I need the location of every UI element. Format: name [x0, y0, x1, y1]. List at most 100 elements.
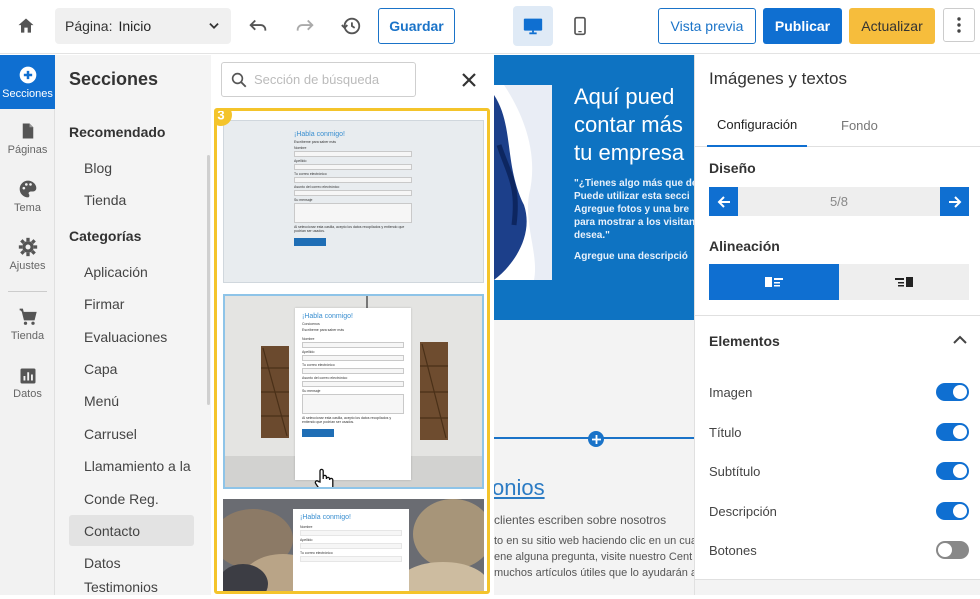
save-button[interactable]: Guardar — [378, 8, 455, 44]
page-selector[interactable]: Página: Inicio — [55, 8, 231, 44]
rail-item-ajustes[interactable]: Ajustes — [0, 237, 55, 272]
settings-tabs: Configuración Fondo — [695, 103, 980, 147]
thumb-field-label: Su mensaje — [294, 198, 313, 202]
section-item-aplicacion[interactable]: Aplicación — [69, 256, 194, 287]
publish-button[interactable]: Publicar — [763, 8, 842, 44]
section-item-firmar[interactable]: Firmar — [69, 288, 194, 319]
rail-item-secciones[interactable]: Secciones — [0, 55, 55, 109]
align-image-right-button[interactable] — [839, 264, 969, 300]
testimonials-title[interactable]: onios — [494, 475, 545, 501]
section-item-tienda[interactable]: Tienda — [69, 184, 194, 215]
section-item-datos[interactable]: Datos — [69, 547, 194, 578]
rail-item-datos[interactable]: Datos — [0, 367, 55, 400]
rail-item-tema[interactable]: Tema — [0, 179, 55, 214]
hero-heading[interactable]: Aquí pued contar más tu empresa — [574, 83, 684, 167]
rail-item-paginas[interactable]: Páginas — [0, 121, 55, 156]
tab-fondo[interactable]: Fondo — [841, 103, 878, 147]
thumb-form-desc: Escríbeme para saber más — [294, 140, 337, 144]
hero-heading-line: tu empresa — [574, 140, 685, 165]
testimonials-body-line: ene alguna pregunta, visite nuestro Cent — [494, 551, 693, 563]
element-row-titulo: Título — [709, 423, 969, 441]
hero-heading-line: contar más — [574, 112, 683, 137]
chevron-down-icon — [209, 23, 219, 29]
thumb-form: ¡Habla conmigo! Escríbeme para saber más… — [294, 131, 412, 246]
close-button[interactable] — [455, 66, 483, 94]
plus-circle-icon — [19, 66, 36, 84]
section-search[interactable] — [221, 62, 416, 97]
section-item-llamamiento[interactable]: Llamamiento a la ... — [69, 450, 194, 481]
undo-button[interactable] — [240, 8, 276, 44]
sections-scrollbar[interactable] — [207, 155, 210, 405]
cart-icon — [19, 308, 37, 325]
section-item-carrusel[interactable]: Carrusel — [69, 418, 194, 449]
update-button[interactable]: Actualizar — [849, 8, 935, 44]
thumb-field-label: Apellido — [300, 538, 313, 542]
design-prev-button[interactable] — [709, 187, 738, 216]
design-next-button[interactable] — [940, 187, 969, 216]
section-thumb-contact-1[interactable]: ¡Habla conmigo! Escríbeme para saber más… — [223, 120, 484, 283]
section-item-capa[interactable]: Capa — [69, 353, 194, 384]
rail-label: Tema — [14, 202, 41, 214]
hero-text-2[interactable]: Agregue una descripció — [574, 251, 688, 262]
desktop-view-button[interactable] — [513, 6, 553, 46]
section-item-evaluaciones[interactable]: Evaluaciones — [69, 321, 194, 352]
section-item-testimonios[interactable]: Testimonios — [69, 579, 194, 599]
plus-icon — [591, 434, 601, 444]
thumb-field — [294, 177, 412, 183]
chart-icon — [20, 368, 35, 384]
element-label: Subtítulo — [709, 463, 761, 479]
elements-header[interactable]: Elementos — [695, 315, 980, 365]
testimonials-subtitle[interactable]: clientes escriben sobre nosotros — [494, 513, 666, 527]
thumb-form-desc: Escríbeme para saber más — [302, 328, 345, 332]
thumb-field — [302, 381, 404, 387]
align-image-left-button[interactable] — [709, 264, 839, 300]
history-button[interactable] — [333, 8, 369, 44]
hero-section[interactable]: Aquí pued contar más tu empresa "¿Tienes… — [494, 55, 694, 320]
section-item-menu[interactable]: Menú — [69, 385, 194, 416]
subtitulo-toggle[interactable] — [936, 462, 969, 480]
section-item-blog[interactable]: Blog — [69, 152, 194, 183]
search-input[interactable] — [254, 72, 404, 87]
imagen-toggle[interactable] — [936, 383, 969, 401]
section-item-conde-reg[interactable]: Conde Reg. — [69, 483, 194, 514]
rail-divider — [8, 291, 47, 292]
design-stepper: 5/8 — [709, 187, 969, 216]
thumb-field — [294, 190, 412, 196]
elements-label: Elementos — [709, 333, 780, 349]
element-row-subtitulo: Subtítulo — [709, 462, 969, 480]
rail-item-tienda[interactable]: Tienda — [0, 307, 55, 342]
hero-image — [494, 85, 552, 280]
home-icon — [18, 18, 34, 33]
testimonials-body[interactable]: to en su sitio web haciendo clic en un c… — [494, 533, 694, 581]
top-toolbar: Página: Inicio Guardar Vista previa Publ… — [0, 0, 980, 54]
hero-text[interactable]: "¿Tienes algo más que de Puede utilizar … — [574, 177, 694, 242]
redo-button[interactable] — [287, 8, 323, 44]
thumb-field — [294, 151, 412, 157]
align-image-right-icon — [895, 277, 913, 287]
add-section-button[interactable] — [588, 431, 604, 447]
close-icon — [462, 73, 476, 87]
alignment-label: Alineación — [709, 238, 780, 254]
history-icon — [341, 17, 361, 35]
preview-button[interactable]: Vista previa — [658, 8, 756, 44]
page-selector-value: Inicio — [118, 18, 152, 34]
chevron-up-icon — [953, 335, 967, 344]
more-options-button[interactable] — [943, 8, 975, 42]
home-button[interactable] — [8, 8, 44, 44]
tab-configuracion[interactable]: Configuración — [707, 103, 808, 147]
section-thumb-contact-3[interactable]: ¡Habla conmigo! Nombre Apellido Tu corre… — [223, 499, 484, 591]
design-value: 5/8 — [829, 194, 849, 209]
mobile-icon — [574, 16, 586, 36]
mobile-view-button[interactable] — [560, 6, 600, 46]
recommended-heading: Recomendado — [69, 124, 166, 140]
desktop-icon — [523, 18, 543, 35]
section-item-contacto[interactable]: Contacto — [69, 515, 194, 546]
titulo-toggle[interactable] — [936, 423, 969, 441]
element-row-imagen: Imagen — [709, 383, 969, 401]
descripcion-toggle[interactable] — [936, 502, 969, 520]
section-thumb-contact-2[interactable]: ¡Habla conmigo! Conócenos Escríbeme para… — [223, 294, 484, 489]
botones-toggle[interactable] — [936, 541, 969, 559]
element-row-descripcion: Descripción — [709, 502, 969, 520]
thumb-field — [302, 355, 404, 361]
thumb-form-subtitle: Conócenos — [302, 322, 320, 326]
